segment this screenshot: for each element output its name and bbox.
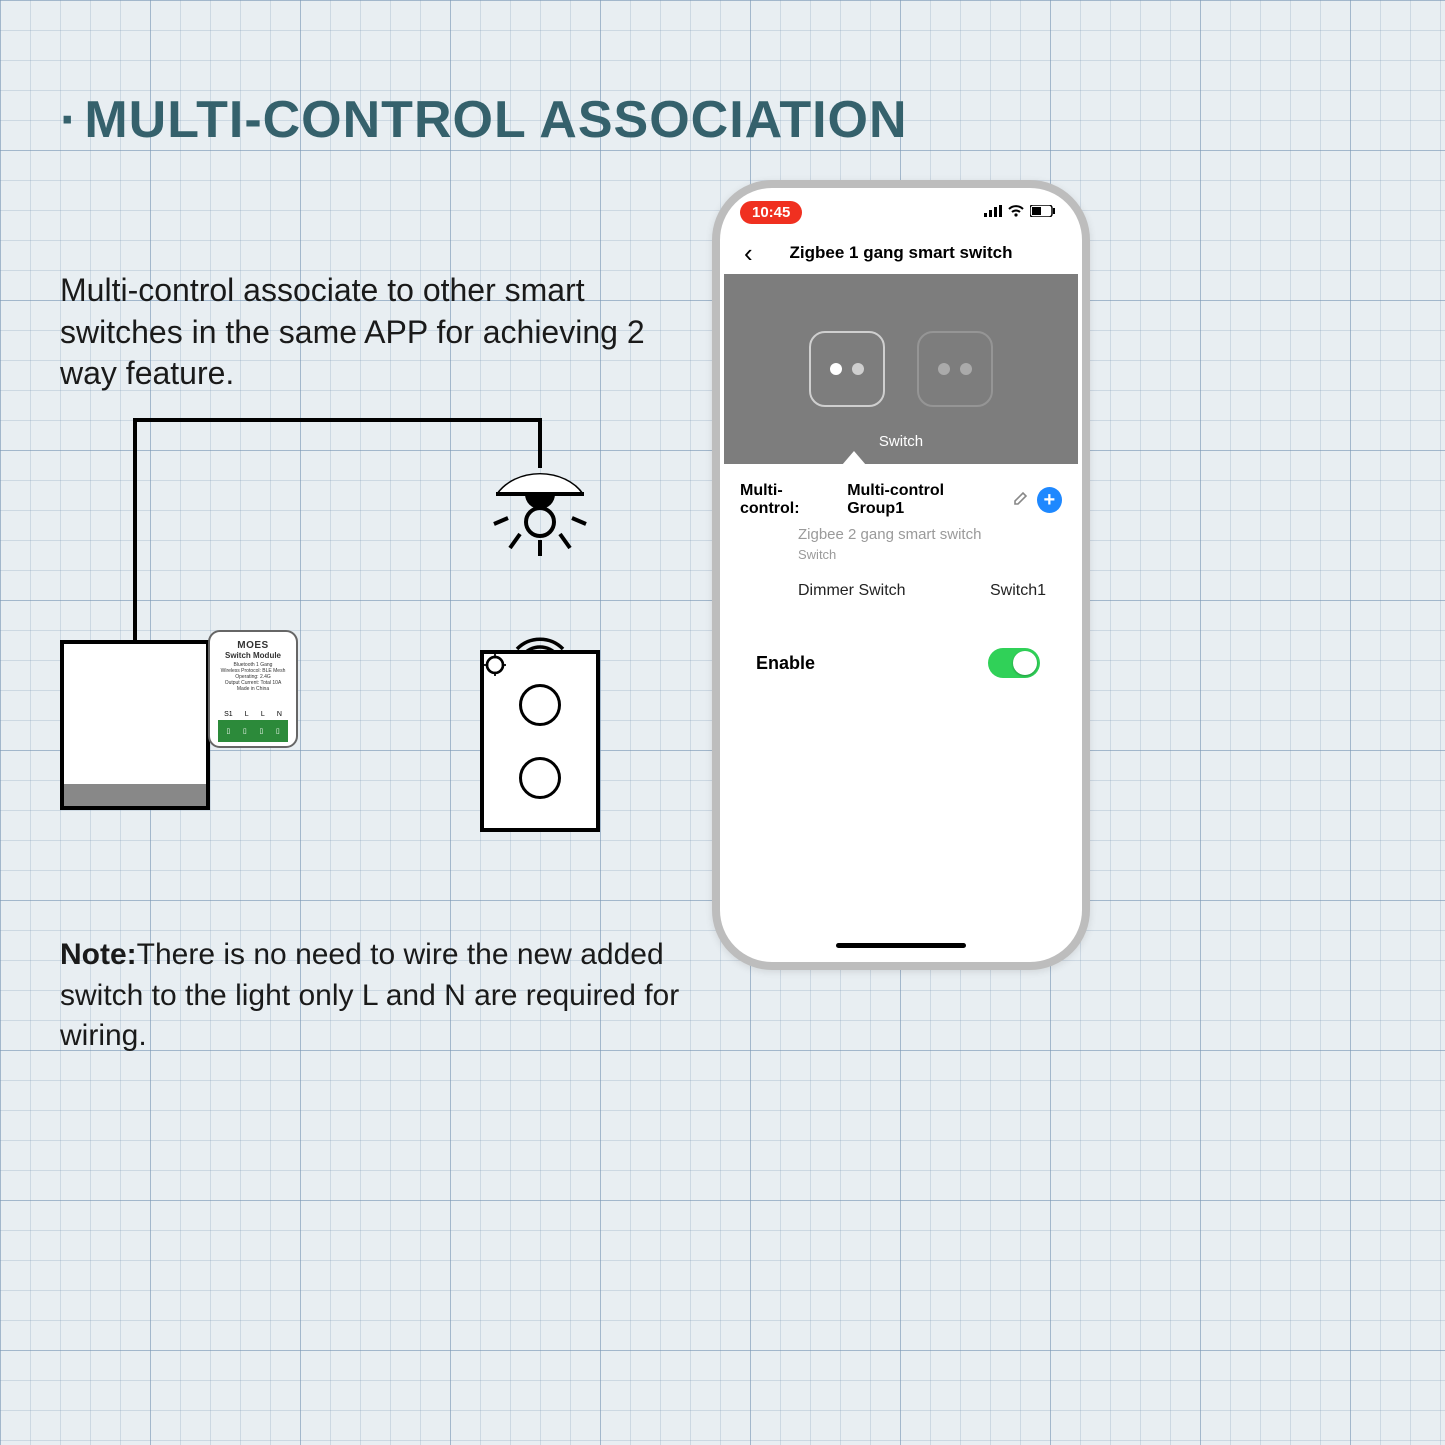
switch-tile[interactable]: [917, 331, 993, 407]
phone-side-button: [1082, 518, 1088, 608]
module-specs: Bluetooth 1 Gang Wireless Protocol: BLE …: [216, 662, 290, 692]
app-navbar: ‹ Zigbee 1 gang smart switch: [724, 232, 1078, 274]
phone-mockup: 10:45 ‹ Zigbee 1 gang smart switch: [712, 180, 1090, 970]
dot-icon: [830, 363, 842, 375]
phone-side-button: [714, 488, 720, 552]
touch-switch-icon: [480, 650, 600, 832]
mc-prefix: Multi-control:: [740, 482, 839, 518]
list-item-sub: Switch: [740, 545, 1062, 564]
battery-icon: [1030, 204, 1056, 221]
module-brand: MOES: [216, 640, 290, 651]
terminal-labels: S1 L L N: [218, 711, 288, 718]
touch-button-2: [519, 757, 561, 799]
mc-group-name: Multi-control Group1: [847, 482, 1001, 518]
device-hero: Switch: [724, 274, 1078, 464]
module-model: Switch Module: [216, 651, 290, 660]
dot-icon: [960, 363, 972, 375]
device-name: Dimmer Switch: [798, 582, 906, 600]
phone-side-button: [714, 568, 720, 632]
wiring-diagram: MOES Switch Module Bluetooth 1 Gang Wire…: [60, 400, 680, 900]
description-text: Multi-control associate to other smart s…: [60, 270, 700, 395]
pointer-icon: [842, 451, 866, 465]
hero-label: Switch: [724, 433, 1078, 450]
multicontrol-section: Multi-control:Multi-control Group1 + Zig…: [724, 464, 1078, 684]
switch-tile-selected[interactable]: [809, 331, 885, 407]
list-item[interactable]: Dimmer Switch Switch1: [740, 564, 1062, 608]
enable-toggle[interactable]: [988, 648, 1040, 678]
status-bar: 10:45: [724, 192, 1078, 232]
dot-icon: [852, 363, 864, 375]
touch-button-1: [519, 684, 561, 726]
page-title: Zigbee 1 gang smart switch: [724, 243, 1078, 263]
note-label: Note:: [60, 938, 137, 971]
switch-module: MOES Switch Module Bluetooth 1 Gang Wire…: [208, 630, 298, 748]
page-heading: MULTI-CONTROL ASSOCIATION: [60, 90, 908, 150]
wifi-status-icon: [1008, 204, 1024, 221]
wall-switch-icon: [60, 640, 210, 810]
terminal-block: ▯▯▯▯: [218, 720, 288, 742]
signal-icon: [984, 204, 1002, 221]
edit-icon[interactable]: [1013, 490, 1029, 511]
dot-icon: [938, 363, 950, 375]
note-text: Note:There is no need to wire the new ad…: [60, 935, 700, 1057]
list-item[interactable]: Zigbee 2 gang smart switch: [740, 518, 1062, 545]
status-time: 10:45: [740, 201, 802, 224]
add-button[interactable]: +: [1037, 487, 1062, 513]
device-channel: Switch1: [990, 582, 1046, 600]
home-indicator[interactable]: [836, 943, 966, 948]
enable-label: Enable: [756, 653, 815, 674]
